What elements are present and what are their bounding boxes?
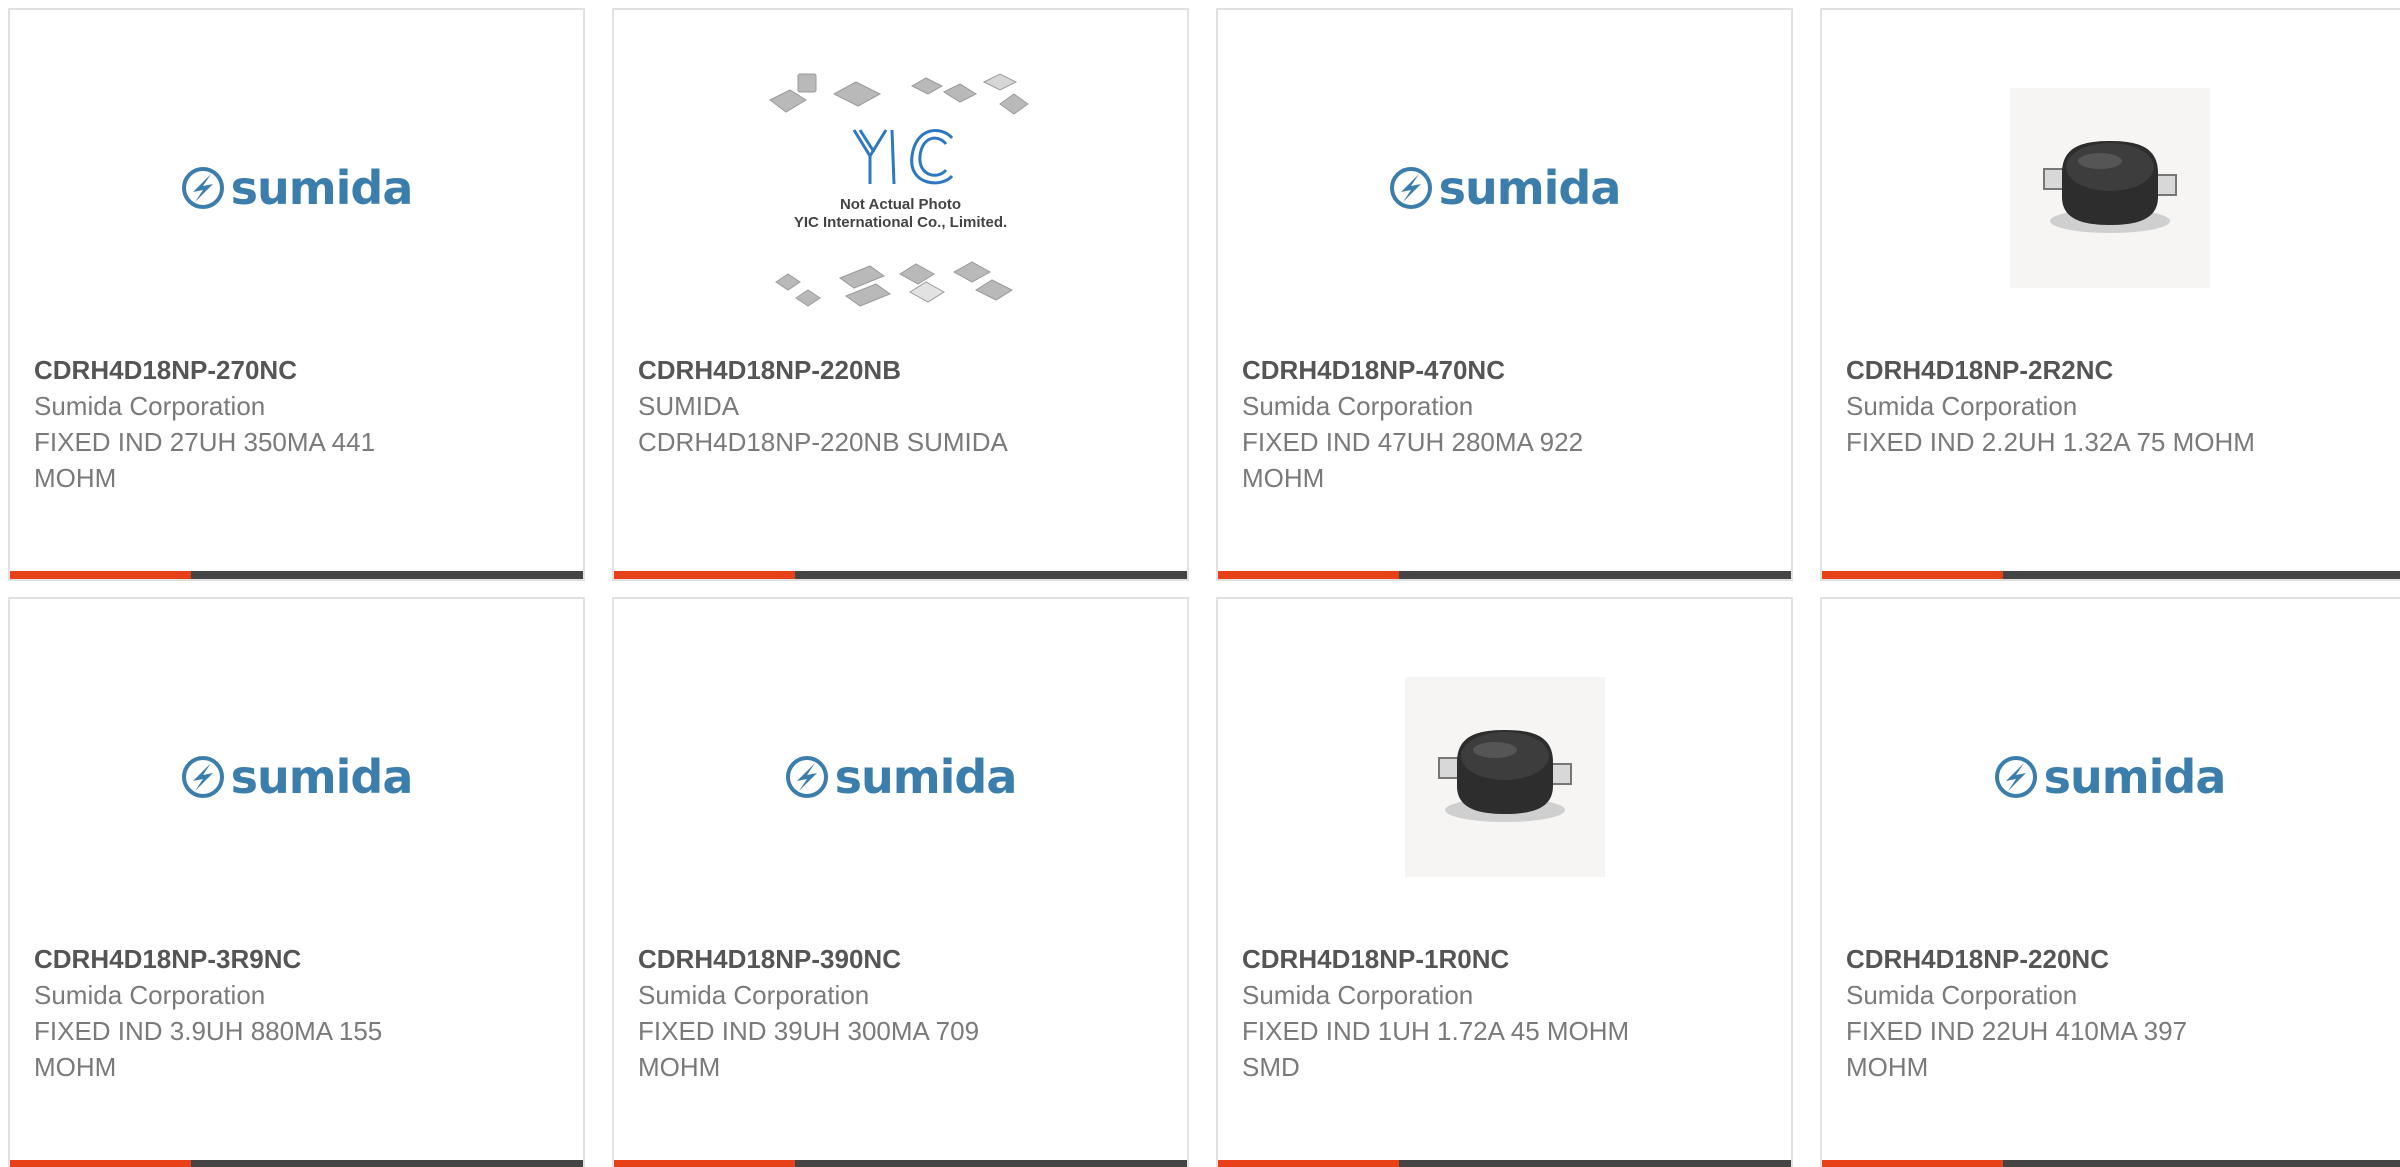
product-card[interactable]: sumida CDRH4D18NP-270NC Sumida Corporati… xyxy=(8,8,585,581)
description: FIXED IND 3.9UH 880MA 155 MOHM xyxy=(34,1016,383,1082)
part-number[interactable]: CDRH4D18NP-3R9NC xyxy=(34,941,559,977)
description: FIXED IND 22UH 410MA 397 MOHM xyxy=(1846,1016,2188,1082)
sumida-logo: sumida xyxy=(785,750,1017,804)
chip-cluster-icon xyxy=(768,73,1029,307)
placeholder-line2: YIC International Co., Limited. xyxy=(793,214,1008,231)
manufacturer: SUMIDA xyxy=(638,391,740,421)
sumida-logo: sumida xyxy=(1994,750,2226,804)
manufacturer: Sumida Corporation xyxy=(1846,391,2078,421)
card-bottom-bar xyxy=(614,571,1187,579)
product-card[interactable]: sumida CDRH4D18NP-390NC Sumida Corporati… xyxy=(612,597,1189,1167)
sumida-logo-text: sumida xyxy=(230,750,414,804)
yic-placeholder-image: Not Actual Photo YIC International Co., … xyxy=(766,68,1036,308)
manufacturer: Sumida Corporation xyxy=(1242,391,1474,421)
card-bottom-bar xyxy=(614,1160,1187,1167)
card-bottom-bar xyxy=(10,1160,583,1167)
inductor-photo xyxy=(2009,88,2210,288)
product-card[interactable]: Not Actual Photo YIC International Co., … xyxy=(612,8,1189,581)
manufacturer: Sumida Corporation xyxy=(638,980,870,1010)
product-image: sumida xyxy=(1822,655,2397,899)
card-bottom-bar xyxy=(1218,571,1791,579)
product-card[interactable]: CDRH4D18NP-1R0NC Sumida Corporation FIXE… xyxy=(1216,597,1793,1167)
inductor-icon xyxy=(2042,141,2177,233)
sumida-logo: sumida xyxy=(181,161,413,215)
part-number[interactable]: CDRH4D18NP-1R0NC xyxy=(1242,941,1767,977)
product-grid: sumida CDRH4D18NP-270NC Sumida Corporati… xyxy=(0,0,2400,1167)
manufacturer: Sumida Corporation xyxy=(34,980,266,1010)
inductor-icon xyxy=(1437,730,1572,822)
manufacturer: Sumida Corporation xyxy=(34,391,266,421)
card-bottom-bar xyxy=(1822,571,2400,579)
product-image xyxy=(1218,655,1791,899)
product-card[interactable]: sumida CDRH4D18NP-470NC Sumida Corporati… xyxy=(1216,8,1793,581)
sumida-logo: sumida xyxy=(1389,161,1621,215)
description: CDRH4D18NP-220NB SUMIDA xyxy=(638,427,1008,457)
sumida-mark-icon xyxy=(785,756,828,798)
part-number[interactable]: CDRH4D18NP-270NC xyxy=(34,352,559,388)
part-number[interactable]: CDRH4D18NP-470NC xyxy=(1242,352,1767,388)
product-card[interactable]: sumida CDRH4D18NP-3R9NC Sumida Corporati… xyxy=(8,597,585,1167)
product-image: sumida xyxy=(1218,66,1791,310)
description: FIXED IND 27UH 350MA 441 MOHM xyxy=(34,427,376,493)
sumida-logo-text: sumida xyxy=(2043,750,2227,804)
sumida-logo-text: sumida xyxy=(834,750,1018,804)
product-card[interactable]: CDRH4D18NP-2R2NC Sumida Corporation FIXE… xyxy=(1820,8,2400,581)
sumida-logo-text: sumida xyxy=(1438,161,1622,215)
card-bottom-bar xyxy=(1822,1160,2400,1167)
card-bottom-bar xyxy=(10,571,583,579)
sumida-mark-icon xyxy=(1994,756,2037,798)
placeholder-caption: Not Actual Photo YIC International Co., … xyxy=(766,196,1036,232)
product-image: Not Actual Photo YIC International Co., … xyxy=(614,66,1187,310)
description: FIXED IND 47UH 280MA 922 MOHM xyxy=(1242,427,1584,493)
sumida-mark-icon xyxy=(1389,167,1432,209)
inductor-photo xyxy=(1404,677,1605,877)
sumida-logo-text: sumida xyxy=(230,161,414,215)
product-image xyxy=(1822,66,2397,310)
description: FIXED IND 39UH 300MA 709 MOHM xyxy=(638,1016,980,1082)
product-image: sumida xyxy=(10,66,583,310)
part-number[interactable]: CDRH4D18NP-220NB xyxy=(638,352,1163,388)
part-number[interactable]: CDRH4D18NP-390NC xyxy=(638,941,1163,977)
manufacturer: Sumida Corporation xyxy=(1242,980,1474,1010)
sumida-logo: sumida xyxy=(181,750,413,804)
card-bottom-bar xyxy=(1218,1160,1791,1167)
description: FIXED IND 2.2UH 1.32A 75 MOHM xyxy=(1846,427,2255,457)
part-number[interactable]: CDRH4D18NP-2R2NC xyxy=(1846,352,2376,388)
product-image: sumida xyxy=(614,655,1187,899)
placeholder-line1: Not Actual Photo xyxy=(839,196,962,213)
description: FIXED IND 1UH 1.72A 45 MOHM SMD xyxy=(1242,1016,1630,1082)
product-card[interactable]: sumida CDRH4D18NP-220NC Sumida Corporati… xyxy=(1820,597,2400,1167)
product-image: sumida xyxy=(10,655,583,899)
manufacturer: Sumida Corporation xyxy=(1846,980,2078,1010)
sumida-mark-icon xyxy=(181,167,224,209)
part-number[interactable]: CDRH4D18NP-220NC xyxy=(1846,941,2376,977)
sumida-mark-icon xyxy=(181,756,224,798)
